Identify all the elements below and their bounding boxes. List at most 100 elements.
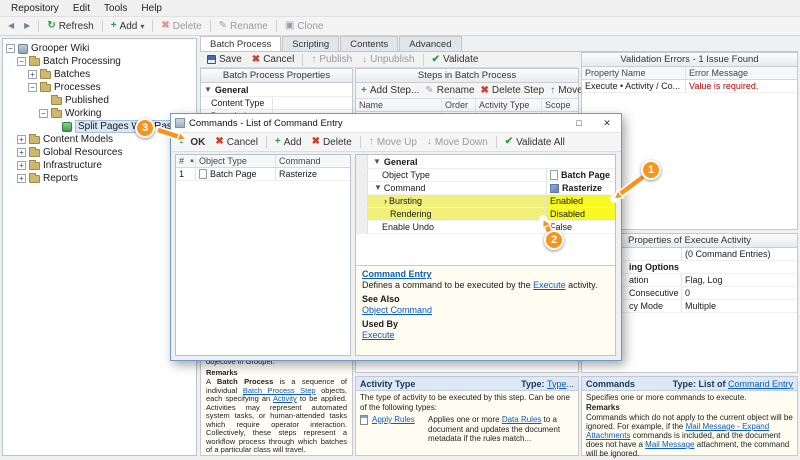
expand-icon[interactable]: + [28, 70, 37, 79]
grid-row-bursting[interactable]: ›Bursting Enabled [356, 195, 615, 208]
entry-property-area: ▼ General Object Type Batch Page ▼Comman… [355, 154, 616, 356]
main-toolbar: ◀ ▶ ↻Refresh +Add▾ ✖Delete ✎Rename ▣Clon… [0, 17, 800, 36]
menu-edit[interactable]: Edit [66, 2, 97, 15]
rename-step-button[interactable]: ✎Rename [422, 84, 477, 97]
move-up-button[interactable]: ↑Move Up [364, 135, 422, 150]
folder-icon [40, 71, 51, 79]
validate-icon: ✔ [505, 137, 513, 147]
folder-icon [29, 162, 40, 170]
property-row-content-type[interactable]: Content Type [201, 97, 352, 110]
nav-back-button[interactable]: ◀ [3, 20, 19, 32]
menu-repository[interactable]: Repository [4, 2, 66, 15]
menu-help[interactable]: Help [134, 2, 169, 15]
tree-item-batches[interactable]: +Batches [3, 68, 196, 81]
clone-button[interactable]: ▣Clone [280, 19, 329, 34]
database-icon [18, 44, 28, 54]
publish-button[interactable]: ↑Publish [306, 52, 357, 67]
unpublish-button[interactable]: ↓Unpublish [357, 52, 419, 67]
nav-forward-button[interactable]: ▶ [19, 20, 35, 32]
grid-section-general[interactable]: ▼ General [356, 155, 615, 169]
grid-row-command[interactable]: ▼Command Rasterize [356, 182, 615, 195]
tab-advanced[interactable]: Advanced [399, 36, 461, 51]
tree-item-infrastructure[interactable]: +Infrastructure [3, 159, 196, 172]
forward-icon: ▶ [24, 22, 30, 30]
section-expanded-icon: ▼ [373, 157, 381, 166]
execute-link[interactable]: Execute [362, 330, 609, 341]
delete-button[interactable]: ✖Delete [156, 19, 206, 34]
tree-item-content-models[interactable]: +Content Models [3, 133, 196, 146]
tab-contents[interactable]: Contents [340, 36, 398, 51]
refresh-icon: ↻ [47, 21, 55, 31]
rename-icon: ✎ [219, 21, 227, 31]
tree-item-global-resources[interactable]: +Global Resources [3, 146, 196, 159]
command-entry-list: #▲ Object Type Command 1 Batch Page Rast… [175, 154, 351, 356]
cancel-button[interactable]: ✖Cancel [247, 52, 300, 67]
expand-icon[interactable]: + [17, 135, 26, 144]
sort-ascending-icon: ▲ [189, 155, 195, 167]
rename-icon: ✎ [425, 86, 433, 96]
repository-tree: −Grooper Wiki −Batch Processing +Batches… [2, 38, 197, 456]
folder-icon [29, 58, 40, 66]
refresh-button[interactable]: ↻Refresh [42, 19, 98, 34]
toolbar-separator [423, 54, 424, 66]
collapse-icon[interactable]: − [28, 83, 37, 92]
validate-button[interactable]: ✔Validate [427, 52, 484, 67]
expand-icon[interactable]: + [17, 148, 26, 157]
callout-step-1: 1 [641, 160, 661, 180]
validate-all-button[interactable]: ✔Validate All [500, 135, 570, 150]
collapse-icon[interactable]: − [39, 109, 48, 118]
down-arrow-icon: ↓ [427, 137, 432, 147]
toolbar-separator [360, 136, 361, 148]
entry-list-row[interactable]: 1 Batch Page Rasterize [176, 168, 350, 181]
close-button[interactable]: ✕ [595, 115, 619, 132]
cancel-icon: ✖ [215, 137, 223, 147]
property-section-general[interactable]: ▼ General [201, 83, 352, 97]
command-entry-link[interactable]: Command Entry [362, 269, 609, 280]
ok-button[interactable]: ✔OK [174, 135, 210, 150]
rename-button[interactable]: ✎Rename [214, 19, 273, 34]
move-down-button[interactable]: ↓Move Down [422, 135, 493, 150]
grid-row-object-type[interactable]: Object Type Batch Page [356, 169, 615, 182]
toolbar-separator [496, 136, 497, 148]
tree-item-grooper-wiki[interactable]: −Grooper Wiki [3, 42, 196, 55]
tree-item-processes[interactable]: −Processes [3, 81, 196, 94]
menu-tools[interactable]: Tools [97, 2, 134, 15]
menu-bar: Repository Edit Tools Help [0, 0, 800, 17]
steps-table-header: Name Order Activity Type Scope [356, 99, 578, 112]
tree-item-published[interactable]: Published [3, 94, 196, 107]
grid-row-rendering[interactable]: Rendering Disabled [356, 208, 615, 221]
expand-icon[interactable]: + [17, 161, 26, 170]
object-command-link[interactable]: Object Command [362, 305, 609, 316]
folder-icon [51, 97, 62, 105]
expand-icon[interactable]: + [17, 174, 26, 183]
tree-item-batch-processing[interactable]: −Batch Processing [3, 55, 196, 68]
tree-item-working[interactable]: −Working [3, 107, 196, 120]
toolbar-separator [152, 20, 153, 32]
document-tabs: Batch Process Scripting Contents Advance… [200, 36, 798, 52]
tree-item-reports[interactable]: +Reports [3, 172, 196, 185]
tab-batch-process[interactable]: Batch Process [200, 36, 281, 51]
add-step-button[interactable]: +Add Step... [358, 84, 422, 97]
maximize-button[interactable]: □ [567, 115, 591, 132]
folder-icon [29, 175, 40, 183]
cancel-button[interactable]: ✖Cancel [210, 135, 263, 150]
dialog-title-bar: Commands - List of Command Entry □ ✕ [171, 114, 621, 133]
tree-item-split-pages-with-rasterize[interactable]: Split Pages With Rasterize [3, 120, 196, 133]
up-arrow-icon: ↑ [369, 137, 374, 147]
save-button[interactable]: Save [202, 52, 247, 67]
apply-rules-link[interactable]: Apply Rules [372, 415, 424, 425]
add-entry-button[interactable]: +Add [270, 135, 307, 150]
delete-step-button[interactable]: ✖Delete Step [478, 84, 548, 97]
add-button[interactable]: +Add▾ [106, 19, 150, 34]
toolbar-separator [266, 136, 267, 148]
dialog-body: #▲ Object Type Command 1 Batch Page Rast… [171, 152, 621, 360]
tab-scripting[interactable]: Scripting [282, 36, 339, 51]
grid-row-enable-undo[interactable]: Enable Undo False [356, 221, 615, 234]
validation-table-row[interactable]: Execute • Activity / Co... Value is requ… [582, 80, 797, 93]
folder-icon [51, 110, 62, 118]
collapse-icon[interactable]: − [17, 57, 26, 66]
delete-entry-button[interactable]: ✖Delete [307, 135, 357, 150]
panel-title: Validation Errors - 1 Issue Found [582, 53, 797, 67]
add-icon: + [111, 21, 117, 31]
collapse-icon[interactable]: − [6, 44, 15, 53]
